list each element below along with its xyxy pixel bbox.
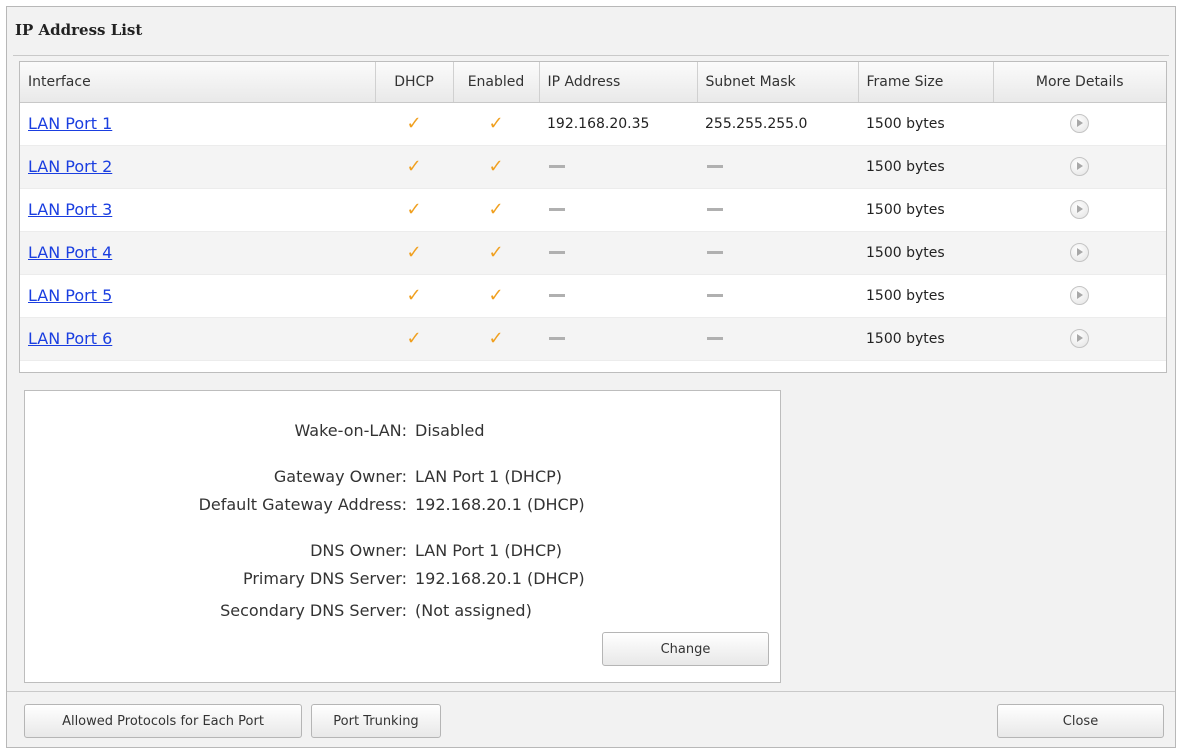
table-row: LAN Port 1 ✓ ✓ 192.168.20.35 255.255.255…	[20, 102, 1166, 146]
check-icon: ✓	[488, 113, 504, 134]
frame-size-cell: 1500 bytes	[858, 102, 993, 146]
more-details-icon[interactable]	[1070, 329, 1089, 348]
check-icon: ✓	[406, 328, 422, 349]
column-header-frame-size[interactable]: Frame Size	[858, 62, 994, 103]
lan-port-link[interactable]: LAN Port 6	[28, 329, 112, 348]
frame-size-cell: 1500 bytes	[858, 317, 993, 361]
frame-size-cell: 1500 bytes	[858, 145, 993, 189]
dns-owner-label: DNS Owner:	[310, 541, 407, 560]
ip-address-list-dialog: IP Address List Interface DHCP Enabled I…	[6, 6, 1176, 748]
dialog-title: IP Address List	[15, 21, 143, 39]
primary-dns-value: 192.168.20.1 (DHCP)	[415, 569, 585, 588]
frame-size-cell: 1500 bytes	[858, 274, 993, 318]
subnet-mask-cell	[697, 188, 858, 232]
dash-icon	[707, 208, 723, 211]
table-row: LAN Port 4 ✓ ✓ 1500 bytes	[20, 231, 1166, 275]
ip-address-cell	[539, 188, 697, 232]
port-trunking-button[interactable]: Port Trunking	[311, 704, 441, 738]
more-details-icon[interactable]	[1070, 286, 1089, 305]
check-icon: ✓	[406, 285, 422, 306]
dash-icon	[707, 337, 723, 340]
dash-icon	[549, 165, 565, 168]
check-icon: ✓	[406, 242, 422, 263]
lan-port-link[interactable]: LAN Port 1	[28, 114, 112, 133]
column-header-more-details[interactable]: More Details	[993, 62, 1166, 103]
column-header-subnet-mask[interactable]: Subnet Mask	[697, 62, 859, 103]
lan-port-link[interactable]: LAN Port 2	[28, 157, 112, 176]
secondary-dns-label: Secondary DNS Server:	[220, 601, 407, 620]
network-info-panel: Wake-on-LAN: Disabled Gateway Owner: LAN…	[24, 390, 781, 683]
ip-address-cell	[539, 274, 697, 318]
check-icon: ✓	[488, 242, 504, 263]
column-header-enabled[interactable]: Enabled	[453, 62, 540, 103]
interface-table: Interface DHCP Enabled IP Address Subnet…	[19, 61, 1167, 373]
subnet-mask-cell	[697, 317, 858, 361]
default-gateway-label: Default Gateway Address:	[198, 495, 407, 514]
dash-icon	[549, 294, 565, 297]
table-row: LAN Port 3 ✓ ✓ 1500 bytes	[20, 188, 1166, 232]
dash-icon	[549, 337, 565, 340]
more-details-icon[interactable]	[1070, 200, 1089, 219]
frame-size-cell: 1500 bytes	[858, 188, 993, 232]
ip-address-cell	[539, 317, 697, 361]
wake-on-lan-label: Wake-on-LAN:	[294, 421, 408, 440]
dash-icon	[707, 294, 723, 297]
dash-icon	[707, 165, 723, 168]
lan-port-link[interactable]: LAN Port 5	[28, 286, 112, 305]
more-details-icon[interactable]	[1070, 243, 1089, 262]
ip-address-cell	[539, 145, 697, 189]
more-details-icon[interactable]	[1070, 157, 1089, 176]
dash-icon	[549, 251, 565, 254]
check-icon: ✓	[406, 199, 422, 220]
lan-port-link[interactable]: LAN Port 4	[28, 243, 112, 262]
gateway-owner-label: Gateway Owner:	[273, 467, 407, 486]
table-header-row: Interface DHCP Enabled IP Address Subnet…	[20, 62, 1166, 103]
check-icon: ✓	[406, 113, 422, 134]
check-icon: ✓	[488, 156, 504, 177]
change-button[interactable]: Change	[602, 632, 769, 666]
default-gateway-value: 192.168.20.1 (DHCP)	[415, 495, 585, 514]
ip-address-cell: 192.168.20.35	[539, 102, 697, 146]
column-header-ip-address[interactable]: IP Address	[539, 62, 698, 103]
table-row: LAN Port 6 ✓ ✓ 1500 bytes	[20, 317, 1166, 361]
subnet-mask-cell	[697, 231, 858, 275]
secondary-dns-value: (Not assigned)	[415, 601, 532, 620]
column-header-dhcp[interactable]: DHCP	[375, 62, 454, 103]
check-icon: ✓	[488, 328, 504, 349]
footer-divider	[7, 691, 1175, 692]
close-button[interactable]: Close	[997, 704, 1164, 738]
lan-port-link[interactable]: LAN Port 3	[28, 200, 112, 219]
check-icon: ✓	[488, 285, 504, 306]
subnet-mask-cell	[697, 145, 858, 189]
ip-address-cell	[539, 231, 697, 275]
title-divider	[13, 55, 1169, 56]
frame-size-cell: 1500 bytes	[858, 231, 993, 275]
dash-icon	[707, 251, 723, 254]
gateway-owner-value: LAN Port 1 (DHCP)	[415, 467, 563, 486]
check-icon: ✓	[406, 156, 422, 177]
more-details-icon[interactable]	[1070, 114, 1089, 133]
table-row: LAN Port 2 ✓ ✓ 1500 bytes	[20, 145, 1166, 189]
dns-owner-value: LAN Port 1 (DHCP)	[415, 541, 563, 560]
subnet-mask-cell	[697, 274, 858, 318]
dash-icon	[549, 208, 565, 211]
allowed-protocols-button[interactable]: Allowed Protocols for Each Port	[24, 704, 302, 738]
table-row: LAN Port 5 ✓ ✓ 1500 bytes	[20, 274, 1166, 318]
wake-on-lan-value: Disabled	[415, 421, 485, 440]
subnet-mask-cell: 255.255.255.0	[697, 102, 858, 146]
primary-dns-label: Primary DNS Server:	[242, 569, 407, 588]
column-header-interface[interactable]: Interface	[20, 62, 376, 103]
check-icon: ✓	[488, 199, 504, 220]
